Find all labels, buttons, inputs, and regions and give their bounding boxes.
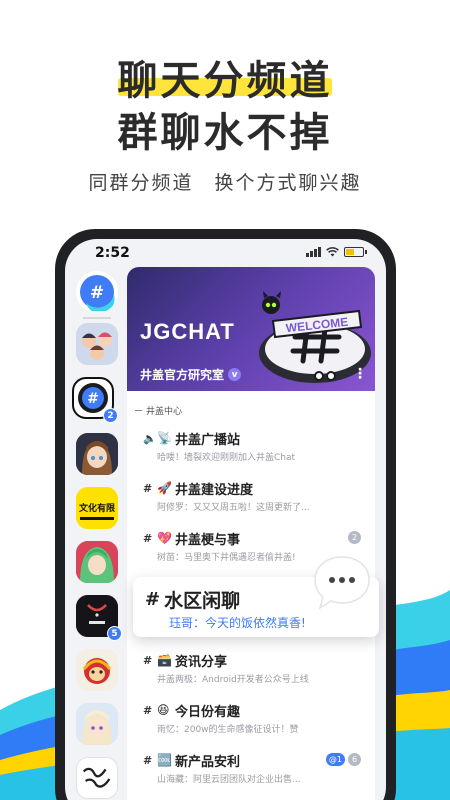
unread-badge: 6	[348, 753, 361, 766]
unread-badge: 2	[348, 531, 361, 544]
status-bar: 2:52	[65, 239, 386, 267]
status-time: 2:52	[95, 245, 130, 261]
channel-emoji-icon: 🆒	[157, 753, 172, 767]
server-rail: # # 2 文化有限 5	[65, 267, 125, 800]
chat-bubble-icon	[314, 556, 370, 610]
svg-text:#: #	[87, 391, 99, 407]
speaker-icon: 🔈	[143, 431, 157, 445]
svg-text:#: #	[90, 283, 104, 303]
channel-name: 新产品安利	[175, 754, 241, 770]
server-banner: WELCOME JGCHAT 井盖官方研究室 v ⋮	[127, 267, 375, 391]
channel-item[interactable]: # 🆒 新产品安利 山海藏：阿里云团团队对企业出售... @1 6	[143, 751, 371, 791]
channel-name: 资讯分享	[175, 654, 228, 670]
calligraphy-avatar	[77, 758, 117, 798]
rail-badge: 5	[107, 626, 122, 641]
section-title: 井盖中心	[146, 407, 183, 417]
section-header[interactable]: 井盖中心	[135, 404, 182, 417]
server-name-row: 井盖官方研究室 v	[140, 366, 242, 383]
anime-girl-avatar	[76, 433, 118, 475]
channel-emoji-icon: 💖	[157, 531, 172, 545]
tagline: 同群分频道 换个方式聊兴趣	[88, 172, 362, 194]
hash-icon: #	[145, 589, 161, 610]
phone-screen: 2:52 # # 2 文化有限 5 WELCOME JGCHAT 井盖官方研究室…	[65, 239, 386, 800]
rail-server-green-hair[interactable]	[76, 541, 118, 583]
hash-icon: #	[143, 531, 153, 545]
anime-group-avatar	[76, 323, 118, 365]
home-logo-icon: #	[80, 275, 115, 311]
channel-item[interactable]: # 😆 今日份有趣 雨忆：200w的生命感像征设计！赞	[143, 701, 371, 741]
mention-badge: @1	[325, 753, 345, 766]
rail-server-monkey[interactable]	[76, 649, 118, 691]
channel-item[interactable]: 🔈 📡 井盖广播站 哈喽！墙裂欢迎刚刚加入井盖Chat	[143, 429, 371, 469]
rail-server-dark[interactable]: 5	[76, 595, 122, 641]
rail-home[interactable]: #	[76, 271, 118, 313]
channel-emoji-icon: 📡	[157, 431, 172, 445]
green-hair-avatar	[76, 541, 118, 583]
channel-emoji-icon: 🚀	[157, 481, 172, 495]
channel-emoji-icon: 😆	[157, 703, 170, 717]
channel-item[interactable]: # 🗃️ 资讯分享 井盖两极：Android开发者公众号上线	[143, 651, 371, 691]
hash-icon: #	[143, 653, 153, 667]
hash-icon: #	[143, 753, 153, 767]
battery-icon	[344, 247, 367, 257]
channel-name: 井盖建设进度	[175, 482, 254, 498]
hash-icon: #	[143, 481, 153, 495]
genshin-avatar	[76, 703, 118, 745]
channel-preview: 山海藏：阿里云团团队对企业出售...	[157, 775, 301, 785]
headline-line-1: 聊天分频道	[117, 58, 333, 104]
rail-server-anime-group[interactable]	[76, 323, 118, 365]
signal-icon	[306, 247, 321, 257]
channel-preview: 阿修罗：又又又周五啦！这周更新了...	[157, 503, 310, 513]
channel-name: 水区闲聊	[164, 590, 241, 612]
channel-item[interactable]: # 🚀 井盖建设进度 阿修罗：又又又周五啦！这周更新了...	[143, 479, 371, 519]
channel-name: 今日份有趣	[175, 704, 241, 720]
verified-icon: v	[228, 368, 242, 381]
server-panel: WELCOME JGCHAT 井盖官方研究室 v ⋮ 井盖中心 🔈 📡 井盖广播…	[127, 267, 375, 800]
channel-name: 井盖广播站	[175, 432, 241, 448]
more-options-icon[interactable]: ⋮	[353, 367, 367, 381]
channel-name: 井盖梗与事	[175, 532, 241, 548]
channel-preview: 井盖两极：Android开发者公众号上线	[157, 675, 309, 685]
rail-server-jgchat[interactable]: # 2	[72, 377, 118, 423]
culture-avatar-text: 文化有限	[78, 504, 115, 514]
server-name: 井盖官方研究室	[140, 368, 225, 382]
channel-preview: 哈喽！墙裂欢迎刚刚加入井盖Chat	[157, 453, 296, 463]
hash-icon: #	[143, 703, 153, 717]
channel-emoji-icon: 🗃️	[157, 653, 172, 667]
wifi-icon	[326, 247, 339, 257]
channel-preview: 珏哥：今天的饭依然真香!	[169, 616, 306, 630]
monkey-avatar	[76, 649, 118, 691]
rail-server-anime-girl[interactable]	[76, 433, 118, 475]
rail-server-calligraphy[interactable]	[76, 757, 118, 799]
banner-title: JGCHAT	[140, 319, 235, 344]
rail-server-culture[interactable]: 文化有限	[76, 487, 118, 529]
rail-server-genshin[interactable]	[76, 703, 118, 745]
rail-badge: 2	[103, 408, 118, 423]
headline-line-2: 群聊水不掉	[117, 110, 333, 156]
channel-preview: 雨忆：200w的生命感像征设计！赞	[157, 725, 299, 735]
